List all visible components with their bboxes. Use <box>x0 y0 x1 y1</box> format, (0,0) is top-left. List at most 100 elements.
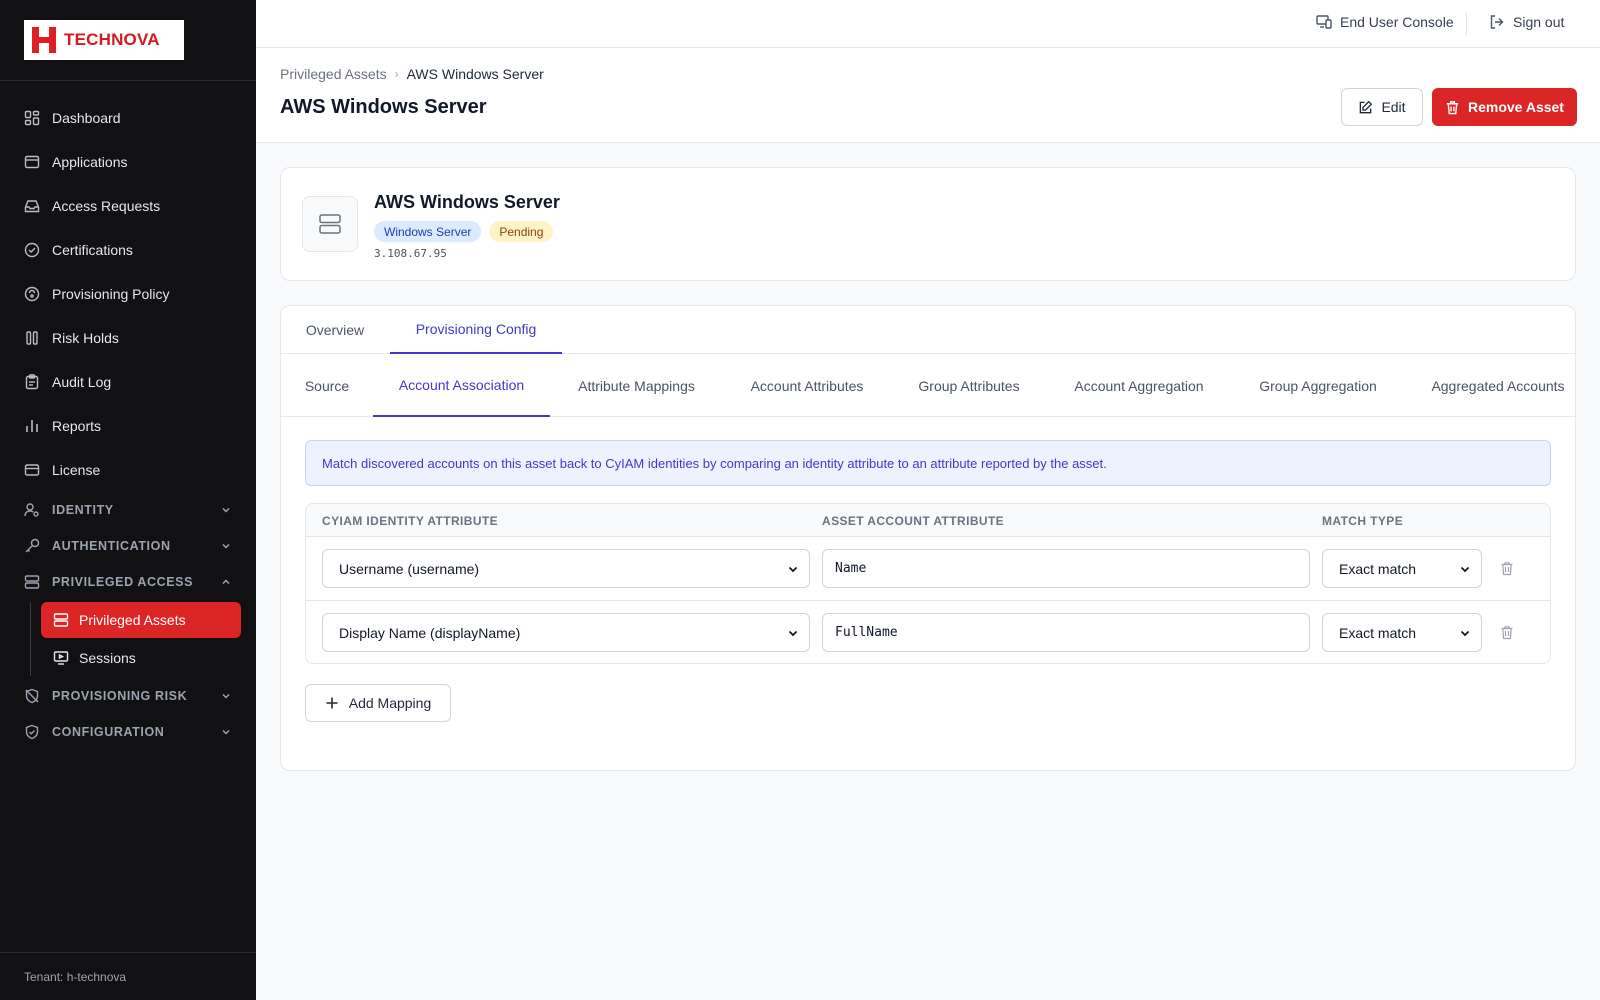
end-user-console-label: End User Console <box>1340 14 1454 30</box>
sidebar-section-identity[interactable]: IDENTITY <box>0 492 256 528</box>
brand-logo[interactable]: TECHNOVA <box>24 20 184 60</box>
section-label: CONFIGURATION <box>52 725 165 739</box>
sign-out-icon <box>1490 15 1504 29</box>
tab-provisioning-config[interactable]: Provisioning Config <box>390 306 562 354</box>
shield-check-icon <box>24 724 40 740</box>
subtab-account-attributes[interactable]: Account Attributes <box>746 354 868 417</box>
chevron-down-icon <box>788 630 798 637</box>
sidebar-item-label: Sessions <box>79 650 136 666</box>
end-user-console-link[interactable]: End User Console <box>1316 14 1454 30</box>
section-label: AUTHENTICATION <box>52 539 171 553</box>
column-header: CYIAM IDENTITY ATTRIBUTE <box>322 514 499 528</box>
sidebar-item-reports[interactable]: Reports <box>0 404 256 448</box>
chevron-down-icon <box>220 690 232 702</box>
sidebar-section-authentication[interactable]: AUTHENTICATION <box>0 528 256 564</box>
sidebar-item-audit-log[interactable]: Audit Log <box>0 360 256 404</box>
tab-overview[interactable]: Overview <box>305 306 365 354</box>
subtab-aggregated-accounts[interactable]: Aggregated Accounts <box>1428 354 1568 417</box>
sidebar-item-label: Audit Log <box>52 374 112 390</box>
sidebar-item-label: Privileged Assets <box>79 612 186 628</box>
sign-out-label: Sign out <box>1513 14 1565 30</box>
sidebar-item-sessions[interactable]: Sessions <box>41 640 241 676</box>
asset-attribute-input[interactable]: FullName <box>822 613 1310 652</box>
add-mapping-label: Add Mapping <box>348 695 432 711</box>
policy-icon <box>24 286 40 302</box>
identity-attribute-select[interactable]: Username (username) <box>322 549 810 588</box>
bar-chart-icon <box>24 418 40 434</box>
delete-row-button[interactable] <box>1500 561 1516 577</box>
subtab-account-aggregation[interactable]: Account Aggregation <box>1069 354 1209 417</box>
sidebar-item-license[interactable]: License <box>0 448 256 492</box>
sidebar-item-label: License <box>52 462 101 478</box>
subtab-source[interactable]: Source <box>305 354 349 417</box>
identity-attribute-select[interactable]: Display Name (displayName) <box>322 613 810 652</box>
remove-asset-label: Remove Asset <box>1468 99 1564 115</box>
pause-icon <box>24 330 40 346</box>
table-row: Display Name (displayName) FullName Exac… <box>306 601 1550 663</box>
match-type-select[interactable]: Exact match <box>1322 549 1482 588</box>
sidebar-item-privileged-assets[interactable]: Privileged Assets <box>41 602 241 638</box>
status-badge: Pending <box>489 221 554 242</box>
section-label: IDENTITY <box>52 503 114 517</box>
asset-attribute-input[interactable]: Name <box>822 549 1310 588</box>
subtab-group-attributes[interactable]: Group Attributes <box>914 354 1024 417</box>
asset-summary-card: AWS Windows Server Windows Server Pendin… <box>280 167 1576 281</box>
check-circle-icon <box>24 242 40 258</box>
sidebar-item-applications[interactable]: Applications <box>0 140 256 184</box>
server-icon <box>302 196 358 252</box>
table-row: Username (username) Name Exact match <box>306 537 1550 601</box>
sign-out-link[interactable]: Sign out <box>1489 14 1564 30</box>
card-icon <box>24 462 40 478</box>
chevron-right-icon: › <box>394 67 399 81</box>
dashboard-icon <box>24 110 40 126</box>
applications-icon <box>24 154 40 170</box>
provisioning-config-card: Overview Provisioning Config Source Acco… <box>280 305 1576 771</box>
chevron-down-icon <box>220 540 232 552</box>
column-header: ASSET ACCOUNT ATTRIBUTE <box>822 514 1005 528</box>
subtab-attribute-mappings[interactable]: Attribute Mappings <box>573 354 700 417</box>
subtab-group-aggregation[interactable]: Group Aggregation <box>1254 354 1382 417</box>
sidebar-item-access-requests[interactable]: Access Requests <box>0 184 256 228</box>
breadcrumb-link-privileged-assets[interactable]: Privileged Assets <box>280 66 387 82</box>
sidebar-section-provisioning-risk[interactable]: PROVISIONING RISK <box>0 678 256 714</box>
edit-button[interactable]: Edit <box>1341 88 1423 126</box>
chevron-up-icon <box>220 576 232 588</box>
subtab-account-association[interactable]: Account Association <box>373 354 550 417</box>
tenant-label: Tenant: h-technova <box>24 970 127 984</box>
chevron-down-icon <box>220 726 232 738</box>
top-bar: End User Console Sign out <box>256 0 1600 48</box>
input-value: Name <box>835 561 867 576</box>
inbox-icon <box>24 198 40 214</box>
match-type-select[interactable]: Exact match <box>1322 613 1482 652</box>
section-label: PRIVILEGED ACCESS <box>52 575 194 589</box>
sidebar-footer-divider <box>0 952 256 953</box>
sidebar-nav: Dashboard Applications Access Requests C… <box>0 96 256 750</box>
sidebar-section-configuration[interactable]: CONFIGURATION <box>0 714 256 750</box>
chevron-down-icon <box>1460 566 1470 573</box>
sidebar-item-certifications[interactable]: Certifications <box>0 228 256 272</box>
sidebar-divider <box>0 80 256 81</box>
user-cog-icon <box>24 502 40 518</box>
page-header: Privileged Assets › AWS Windows Server A… <box>256 48 1600 143</box>
asset-type-badge: Windows Server <box>374 221 482 242</box>
monitor-icon <box>53 650 69 666</box>
select-value: Username (username) <box>339 560 480 577</box>
sidebar-item-label: Access Requests <box>52 198 161 214</box>
select-value: Exact match <box>1339 624 1417 641</box>
sidebar-section-privileged-access[interactable]: PRIVILEGED ACCESS <box>0 564 256 600</box>
section-label: PROVISIONING RISK <box>52 689 188 703</box>
plus-icon <box>326 697 338 709</box>
config-subtabs: Source Account Association Attribute Map… <box>281 354 1575 417</box>
devices-icon <box>1316 15 1332 29</box>
add-mapping-button[interactable]: Add Mapping <box>305 684 451 722</box>
mapping-table-header: CYIAM IDENTITY ATTRIBUTE ASSET ACCOUNT A… <box>306 504 1550 537</box>
remove-asset-button[interactable]: Remove Asset <box>1432 88 1577 126</box>
privileged-access-submenu: Privileged Assets Sessions <box>30 602 256 676</box>
delete-row-button[interactable] <box>1500 625 1516 641</box>
sidebar-item-dashboard[interactable]: Dashboard <box>0 96 256 140</box>
sidebar-item-risk-holds[interactable]: Risk Holds <box>0 316 256 360</box>
sidebar-item-provisioning-policy[interactable]: Provisioning Policy <box>0 272 256 316</box>
sidebar-item-label: Risk Holds <box>52 330 119 346</box>
chevron-down-icon <box>1460 630 1470 637</box>
brand-name: TECHNOVA <box>64 30 160 49</box>
